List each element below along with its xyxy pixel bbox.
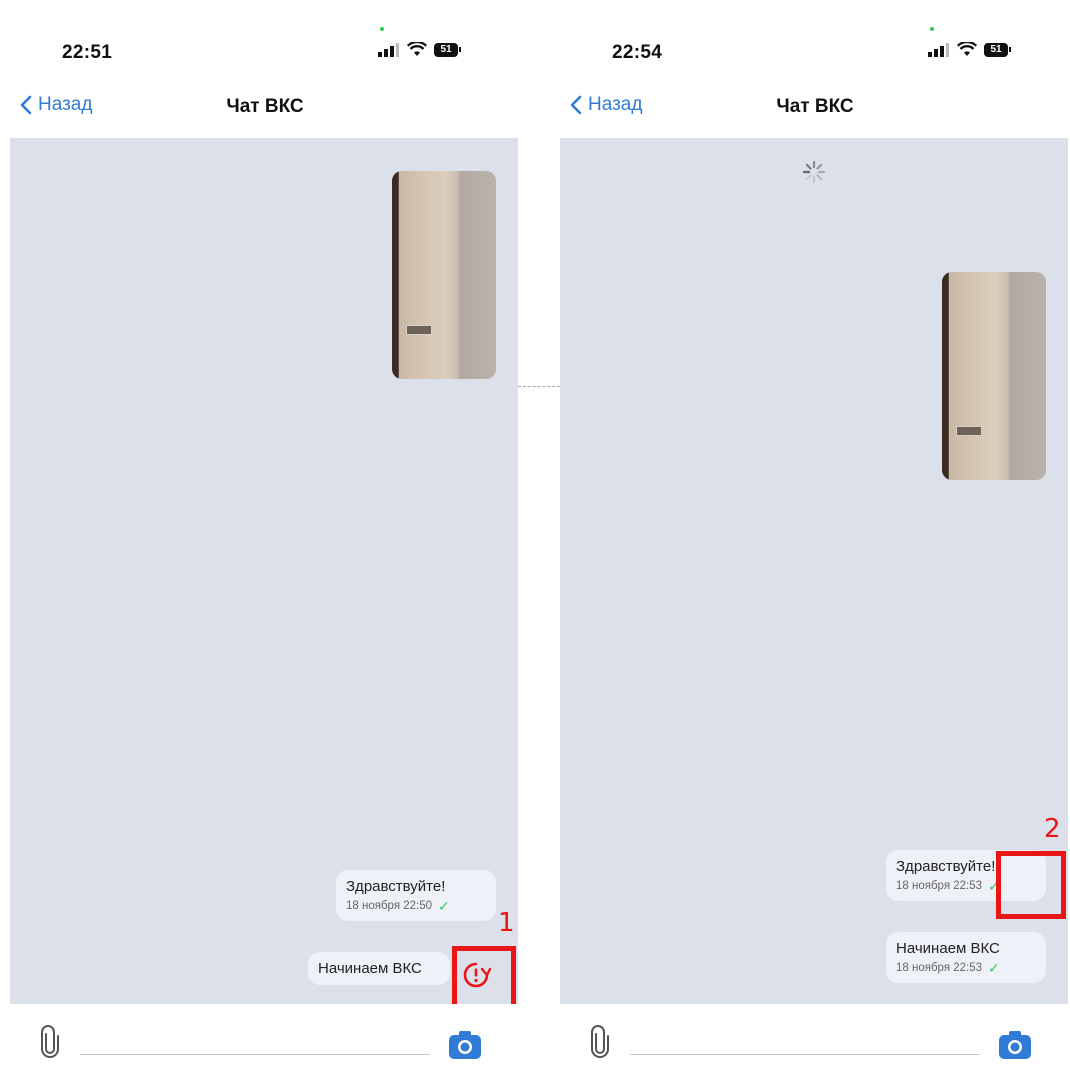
highlight-box-2 [996, 851, 1066, 919]
message-input[interactable] [80, 1030, 430, 1055]
chat-title: Чат ВКС [776, 96, 854, 117]
annotation-number-1: 1 [498, 908, 515, 938]
message-bubble-greeting[interactable]: Здравствуйте! 18 ноября 22:50 ✓ [336, 870, 496, 921]
message-text: Начинаем ВКС [318, 960, 422, 977]
message-timestamp: 18 ноября 22:53 [896, 962, 983, 974]
image-message[interactable] [392, 171, 496, 379]
signal-icon [928, 42, 949, 57]
checkmark-icon: ✓ [988, 960, 1000, 976]
privacy-indicator-dot [380, 27, 384, 31]
camera-icon[interactable] [448, 1030, 482, 1060]
battery-icon: 51 [984, 42, 1011, 57]
paperclip-icon[interactable] [40, 1024, 60, 1058]
message-bubble-failed[interactable]: Начинаем ВКС [308, 952, 450, 985]
back-button[interactable]: Назад [20, 94, 92, 116]
phone-screen-right: 22:54 51 Назад Чат ВКС Здравствуйте! 18 … [560, 0, 1068, 1068]
back-label: Назад [588, 94, 643, 115]
back-chevron-icon [570, 95, 582, 115]
status-bar: 22:51 51 [10, 0, 518, 80]
message-bubble-started[interactable]: Начинаем ВКС 18 ноября 22:53 ✓ [886, 932, 1046, 983]
status-bar: 22:54 51 [560, 0, 1068, 80]
status-icons: 51 [928, 42, 1011, 57]
chat-area[interactable]: Здравствуйте! 18 ноября 22:50 ✓ Начинаем… [10, 138, 518, 1004]
status-time: 22:51 [62, 42, 113, 63]
status-icons: 51 [378, 42, 461, 57]
signal-icon [378, 42, 399, 57]
chat-area[interactable]: Здравствуйте! 18 ноября 22:53 ✓ Начинаем… [560, 138, 1068, 1004]
message-input-bar [10, 1004, 518, 1068]
photo-wall-switch [406, 325, 432, 335]
message-timestamp: 18 ноября 22:53 [896, 880, 983, 892]
battery-level: 51 [434, 42, 458, 57]
paperclip-icon[interactable] [590, 1024, 610, 1058]
message-timestamp: 18 ноября 22:50 [346, 900, 433, 912]
back-chevron-icon [20, 95, 32, 115]
status-time: 22:54 [612, 42, 663, 63]
message-text: Начинаем ВКС [896, 940, 1000, 957]
back-label: Назад [38, 94, 93, 115]
annotation-number-2: 2 [1044, 814, 1061, 844]
checkmark-icon: ✓ [438, 898, 450, 914]
privacy-indicator-dot [930, 27, 934, 31]
screen-divider [518, 386, 560, 387]
back-button[interactable]: Назад [570, 94, 642, 116]
navigation-bar: Назад Чат ВКС [560, 88, 1068, 130]
wifi-icon [957, 42, 977, 56]
message-input[interactable] [630, 1030, 980, 1055]
highlight-box-1 [452, 946, 516, 1004]
loading-spinner-icon [802, 160, 826, 184]
photo-wall-switch [956, 426, 982, 436]
battery-icon: 51 [434, 42, 461, 57]
image-message[interactable] [942, 272, 1046, 480]
battery-level: 51 [984, 42, 1008, 57]
camera-icon[interactable] [998, 1030, 1032, 1060]
chat-title: Чат ВКС [226, 96, 304, 117]
phone-screen-left: 22:51 51 Назад Чат ВКС Здравствуйте! 18 … [10, 0, 518, 1068]
navigation-bar: Назад Чат ВКС [10, 88, 518, 130]
message-input-bar [560, 1004, 1068, 1068]
message-text: Здравствуйте! [346, 878, 446, 895]
wifi-icon [407, 42, 427, 56]
